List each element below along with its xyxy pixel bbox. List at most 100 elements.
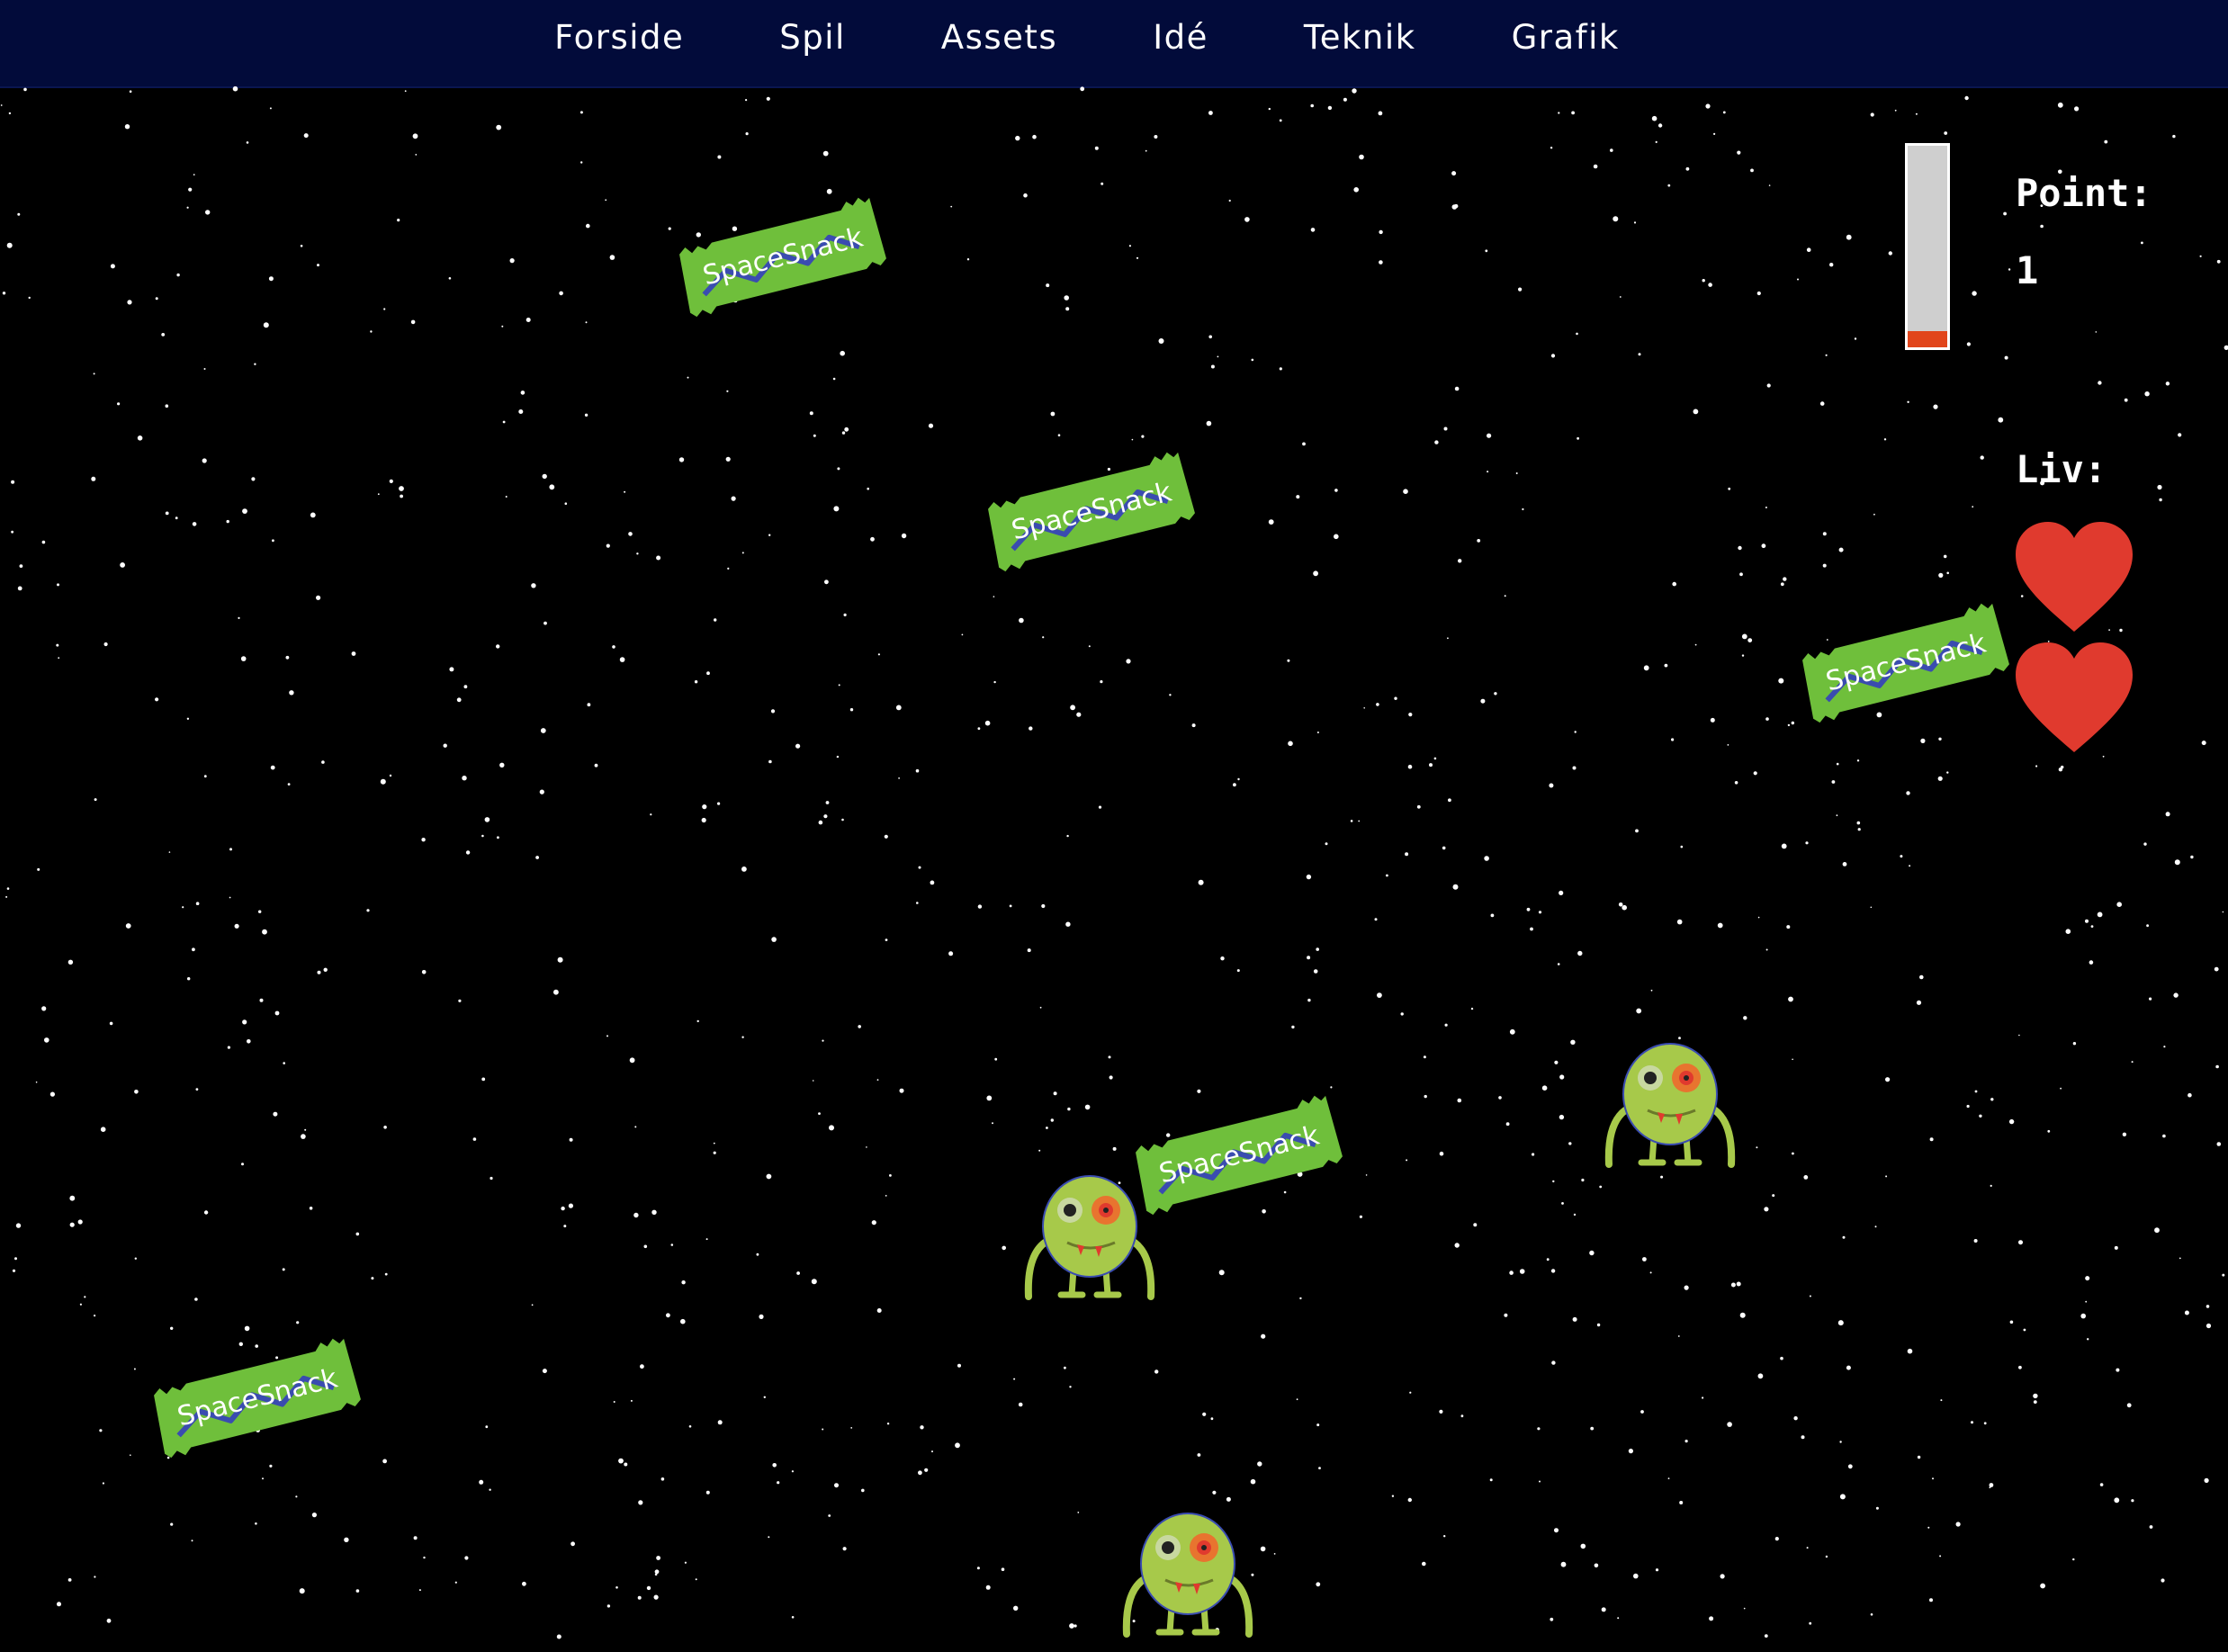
- star: [247, 1039, 251, 1044]
- star: [100, 1127, 106, 1132]
- star: [2047, 1129, 2051, 1133]
- star: [1158, 338, 1164, 344]
- star: [1738, 545, 1742, 551]
- star: [1457, 1098, 1462, 1103]
- star: [2201, 741, 2206, 746]
- star: [918, 866, 921, 869]
- star: [656, 1556, 660, 1560]
- star: [481, 1077, 486, 1082]
- star: [1822, 563, 1827, 568]
- star: [321, 760, 325, 764]
- star: [1693, 409, 1699, 415]
- star: [654, 1573, 658, 1576]
- nav-link-teknik[interactable]: Teknik: [1256, 0, 1464, 86]
- star: [1973, 1239, 1978, 1243]
- star: [93, 373, 95, 375]
- star: [1112, 1146, 1117, 1151]
- star: [1018, 1402, 1023, 1407]
- star: [262, 1477, 264, 1480]
- star: [1378, 111, 1383, 116]
- star: [1498, 1096, 1502, 1100]
- star: [2222, 911, 2224, 913]
- star: [553, 989, 559, 995]
- game-canvas[interactable]: SpaceSnack SpaceSnack SpaceSnack SpaceSn…: [0, 86, 2228, 1643]
- star: [6, 242, 13, 248]
- star: [502, 420, 506, 424]
- star: [1938, 737, 1942, 741]
- star: [542, 473, 547, 480]
- star: [282, 1268, 285, 1271]
- star: [182, 906, 184, 909]
- star: [1041, 903, 1046, 909]
- energy-meter: [1905, 143, 1950, 350]
- star: [1454, 386, 1460, 391]
- star: [175, 516, 178, 520]
- star: [1076, 712, 1082, 717]
- star: [242, 508, 247, 514]
- star: [2087, 1338, 2089, 1341]
- star: [1077, 1512, 1080, 1513]
- score-value: 1: [2016, 248, 2039, 292]
- star: [1550, 1617, 1554, 1621]
- star: [1454, 1243, 1460, 1248]
- star: [1429, 763, 1433, 768]
- star: [866, 1146, 867, 1148]
- star: [1084, 1104, 1091, 1110]
- nav-link-ide[interactable]: Idé: [1105, 0, 1256, 86]
- star: [1237, 777, 1240, 781]
- star: [1561, 1202, 1564, 1205]
- star: [1198, 879, 1204, 885]
- star: [1839, 1441, 1842, 1443]
- star: [1610, 148, 1613, 152]
- star: [456, 697, 462, 703]
- star: [170, 1522, 174, 1526]
- star: [1154, 135, 1158, 139]
- star: [2018, 1240, 2023, 1245]
- star: [993, 680, 996, 684]
- star: [822, 1039, 824, 1042]
- star: [624, 1462, 628, 1467]
- nav-link-spil[interactable]: Spil: [732, 0, 894, 86]
- star: [741, 1036, 744, 1038]
- star: [678, 457, 685, 462]
- star: [484, 817, 490, 822]
- star: [2154, 1227, 2160, 1234]
- star: [2008, 1118, 2015, 1125]
- nav-link-forside[interactable]: Forside: [507, 0, 732, 86]
- star: [1310, 103, 1314, 108]
- star: [129, 90, 132, 93]
- star: [35, 1081, 38, 1083]
- star: [1128, 245, 1131, 247]
- star: [2157, 484, 2162, 490]
- nav-link-grafik[interactable]: Grafik: [1464, 0, 1667, 86]
- star: [272, 539, 274, 543]
- star: [1971, 1421, 1973, 1424]
- star: [2215, 1064, 2219, 1069]
- star: [1070, 705, 1075, 711]
- star: [1786, 925, 1791, 929]
- star: [1334, 534, 1339, 540]
- star: [1932, 1477, 1934, 1480]
- star: [1766, 383, 1771, 388]
- star: [1792, 1058, 1793, 1061]
- star: [1257, 1461, 1262, 1467]
- star: [1220, 956, 1225, 961]
- star: [587, 703, 591, 707]
- star: [1377, 992, 1382, 998]
- star: [2090, 925, 2094, 928]
- star: [1019, 617, 1024, 624]
- star: [1350, 820, 1353, 822]
- star: [568, 1203, 574, 1208]
- star: [355, 1589, 360, 1593]
- star: [1764, 1634, 1768, 1638]
- star: [1642, 1257, 1647, 1261]
- star: [1065, 921, 1071, 927]
- star: [2104, 139, 2108, 144]
- star: [563, 1225, 567, 1228]
- star: [91, 476, 96, 481]
- star: [2131, 1499, 2134, 1503]
- nav-link-assets[interactable]: Assets: [894, 0, 1105, 86]
- star: [355, 1232, 360, 1236]
- star: [619, 657, 625, 662]
- star: [1208, 335, 1212, 339]
